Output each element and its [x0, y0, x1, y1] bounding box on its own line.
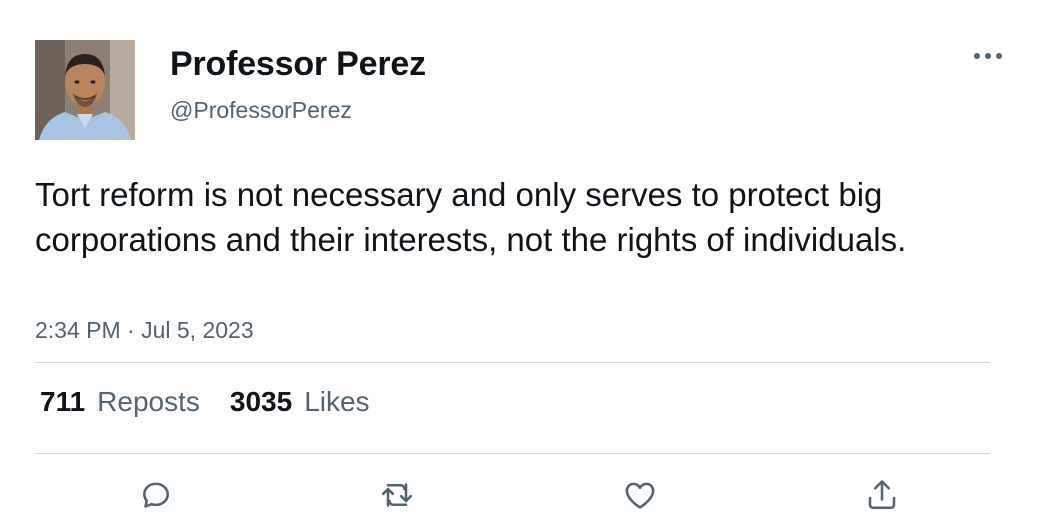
likes-label: Likes [304, 386, 370, 417]
heart-icon [625, 482, 655, 509]
reposts-stat[interactable]: 711 Reposts [40, 386, 200, 418]
share-icon [868, 480, 896, 510]
avatar[interactable] [35, 40, 135, 140]
more-options-button[interactable] [970, 44, 1006, 68]
reply-button[interactable] [131, 470, 181, 520]
divider [35, 453, 990, 454]
more-horizontal-icon [974, 53, 1002, 59]
post-timestamp[interactable]: 2:34 PM · Jul 5, 2023 [35, 315, 254, 345]
divider [35, 362, 990, 363]
engagement-stats: 711 Reposts 3035 Likes [40, 386, 370, 422]
action-bar [0, 470, 1050, 520]
post-text: Tort reform is not necessary and only se… [35, 176, 907, 258]
tweet-card: Professor Perez @ProfessorPerez Tort ref… [0, 0, 1050, 525]
like-button[interactable] [615, 470, 665, 520]
avatar-image [35, 40, 135, 140]
author-handle[interactable]: @ProfessorPerez [170, 96, 352, 124]
reposts-label: Reposts [97, 386, 200, 417]
share-button[interactable] [857, 470, 907, 520]
likes-count: 3035 [229, 386, 293, 417]
reposts-count: 711 [40, 386, 86, 417]
author-display-name[interactable]: Professor Perez [170, 44, 426, 84]
repost-icon [381, 483, 413, 507]
likes-stat[interactable]: 3035 Likes [230, 386, 370, 418]
repost-button[interactable] [372, 470, 422, 520]
reply-icon [143, 482, 169, 508]
